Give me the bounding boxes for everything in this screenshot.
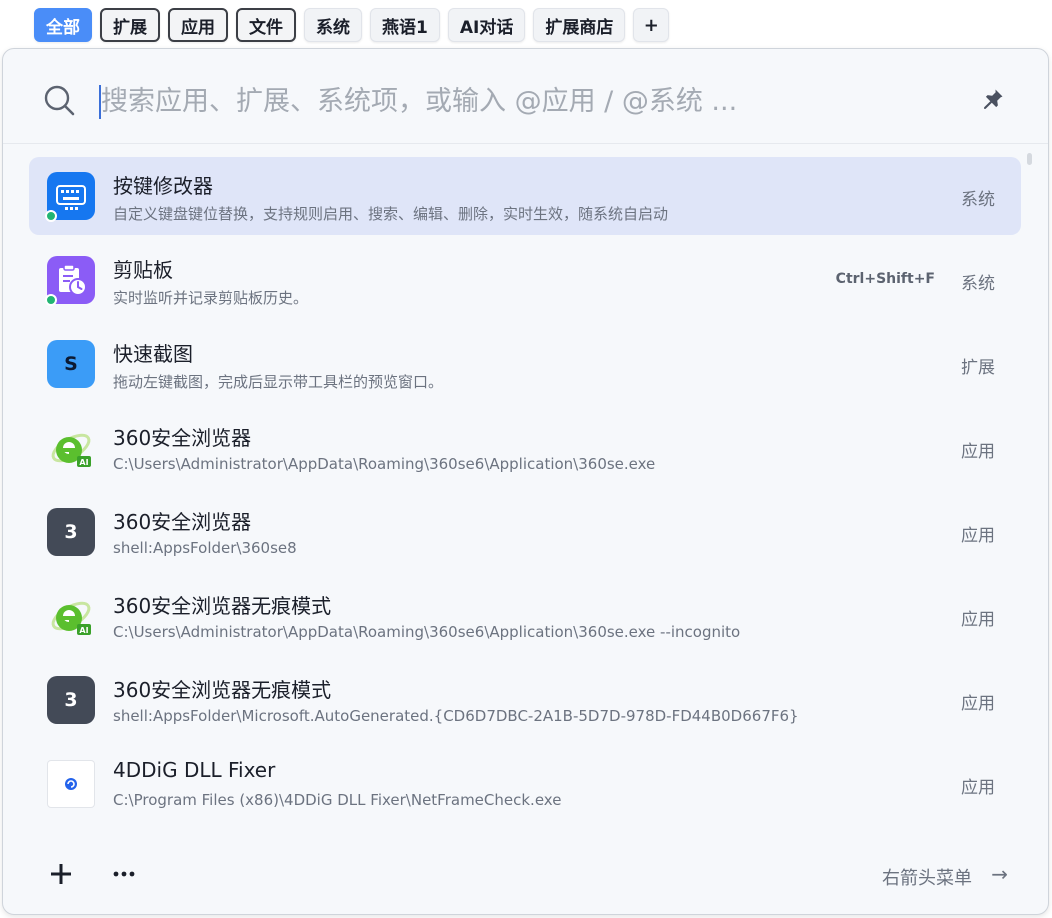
4ddig-icon: [47, 760, 95, 808]
result-item-quick-screenshot[interactable]: S 快速截图 拖动左键截图，完成后显示带工具栏的预览窗口。 扩展: [29, 325, 1021, 403]
result-subtitle: 自定义键盘键位替换，支持规则启用、搜索、编辑、删除，实时生效，随系统自启动: [113, 205, 669, 223]
result-subtitle: shell:AppsFolder\360se8: [113, 539, 297, 557]
svg-text:AI: AI: [79, 626, 88, 635]
3-letter-icon: 3: [47, 676, 95, 724]
result-item-key-remapper[interactable]: 按键修改器 自定义键盘键位替换，支持规则启用、搜索、编辑、删除，实时生效，随系统…: [29, 157, 1021, 235]
result-subtitle: C:\Users\Administrator\AppData\Roaming\3…: [113, 623, 741, 641]
icon-letter: S: [64, 353, 78, 375]
result-item-360-incognito-shell[interactable]: 3 360安全浏览器无痕模式 shell:AppsFolder\Microsof…: [29, 661, 1021, 739]
search-icon: [44, 85, 75, 116]
result-title: 快速截图: [113, 342, 193, 366]
result-subtitle: shell:AppsFolder\Microsoft.AutoGenerated…: [113, 707, 799, 725]
icon-letter: 3: [64, 521, 78, 543]
360-browser-icon: AI: [47, 424, 95, 472]
result-kind: 扩展: [961, 358, 995, 378]
360-browser-icon: AI: [47, 592, 95, 640]
status-dot: [45, 294, 57, 306]
tab-all[interactable]: 全部: [34, 8, 92, 42]
tab-apps[interactable]: 应用: [168, 8, 228, 42]
tab-yanyu1[interactable]: 燕语1: [370, 8, 440, 42]
launcher-panel: 按键修改器 自定义键盘键位替换，支持规则启用、搜索、编辑、删除，实时生效，随系统…: [2, 48, 1049, 915]
result-subtitle: C:\Users\Administrator\AppData\Roaming\3…: [113, 455, 656, 473]
status-dot: [45, 210, 57, 222]
result-item-360-browser-shell[interactable]: 3 360安全浏览器 shell:AppsFolder\360se8 应用: [29, 493, 1021, 571]
result-kind: 系统: [961, 274, 995, 294]
result-subtitle: C:\Program Files (x86)\4DDiG DLL Fixer\N…: [113, 791, 562, 809]
result-item-360-browser[interactable]: AI 360安全浏览器 C:\Users\Administrator\AppDa…: [29, 409, 1021, 487]
result-subtitle: 实时监听并记录剪贴板历史。: [113, 289, 309, 307]
result-subtitle: 拖动左键截图，完成后显示带工具栏的预览窗口。: [113, 373, 444, 391]
result-title: 360安全浏览器: [113, 426, 252, 450]
right-arrow-menu-hint: 右箭头菜单: [882, 868, 972, 889]
result-kind: 应用: [961, 694, 995, 714]
more-icon[interactable]: [111, 862, 137, 886]
tab-extensions[interactable]: 扩展: [100, 8, 160, 42]
result-title: 按键修改器: [113, 174, 213, 198]
result-kind: 应用: [961, 610, 995, 630]
tab-extension-store[interactable]: 扩展商店: [533, 8, 626, 42]
add-tab-button[interactable]: +: [633, 8, 670, 42]
add-icon[interactable]: [49, 862, 73, 886]
result-title: 360安全浏览器: [113, 510, 252, 534]
icon-letter: 3: [64, 689, 78, 711]
result-item-360-incognito[interactable]: AI 360安全浏览器无痕模式 C:\Users\Administrator\A…: [29, 577, 1021, 655]
result-kind: 应用: [961, 778, 995, 798]
results-list[interactable]: 按键修改器 自定义键盘键位替换，支持规则启用、搜索、编辑、删除，实时生效，随系统…: [3, 145, 1048, 835]
svg-text:AI: AI: [79, 458, 88, 467]
s-letter-icon: S: [47, 340, 95, 388]
search-input[interactable]: [101, 77, 921, 125]
tab-system[interactable]: 系统: [304, 8, 362, 42]
result-title: 剪贴板: [113, 258, 173, 282]
tab-files[interactable]: 文件: [236, 8, 296, 42]
result-kind: 系统: [961, 190, 995, 210]
search-bar: [3, 49, 1048, 144]
result-item-clipboard[interactable]: 剪贴板 实时监听并记录剪贴板历史。 Ctrl+Shift+F 系统: [29, 241, 1021, 319]
category-tabs: 全部 扩展 应用 文件 系统 燕语1 AI对话 扩展商店 +: [34, 6, 670, 44]
right-arrow-icon: →: [991, 862, 1008, 886]
pin-icon[interactable]: [981, 87, 1005, 111]
result-title: 360安全浏览器无痕模式: [113, 678, 332, 702]
tab-ai-chat[interactable]: AI对话: [447, 8, 526, 42]
result-title: 4DDiG DLL Fixer: [113, 758, 276, 782]
3-letter-icon: 3: [47, 508, 95, 556]
footer-bar: 右箭头菜单 →: [3, 844, 1048, 914]
result-item-4ddig-dll-fixer[interactable]: 4DDiG DLL Fixer C:\Program Files (x86)\4…: [29, 745, 1021, 823]
result-title: 360安全浏览器无痕模式: [113, 594, 332, 618]
scrollbar-thumb[interactable]: [1027, 153, 1032, 165]
shortcut-label: Ctrl+Shift+F: [835, 271, 935, 287]
result-kind: 应用: [961, 526, 995, 546]
result-kind: 应用: [961, 442, 995, 462]
